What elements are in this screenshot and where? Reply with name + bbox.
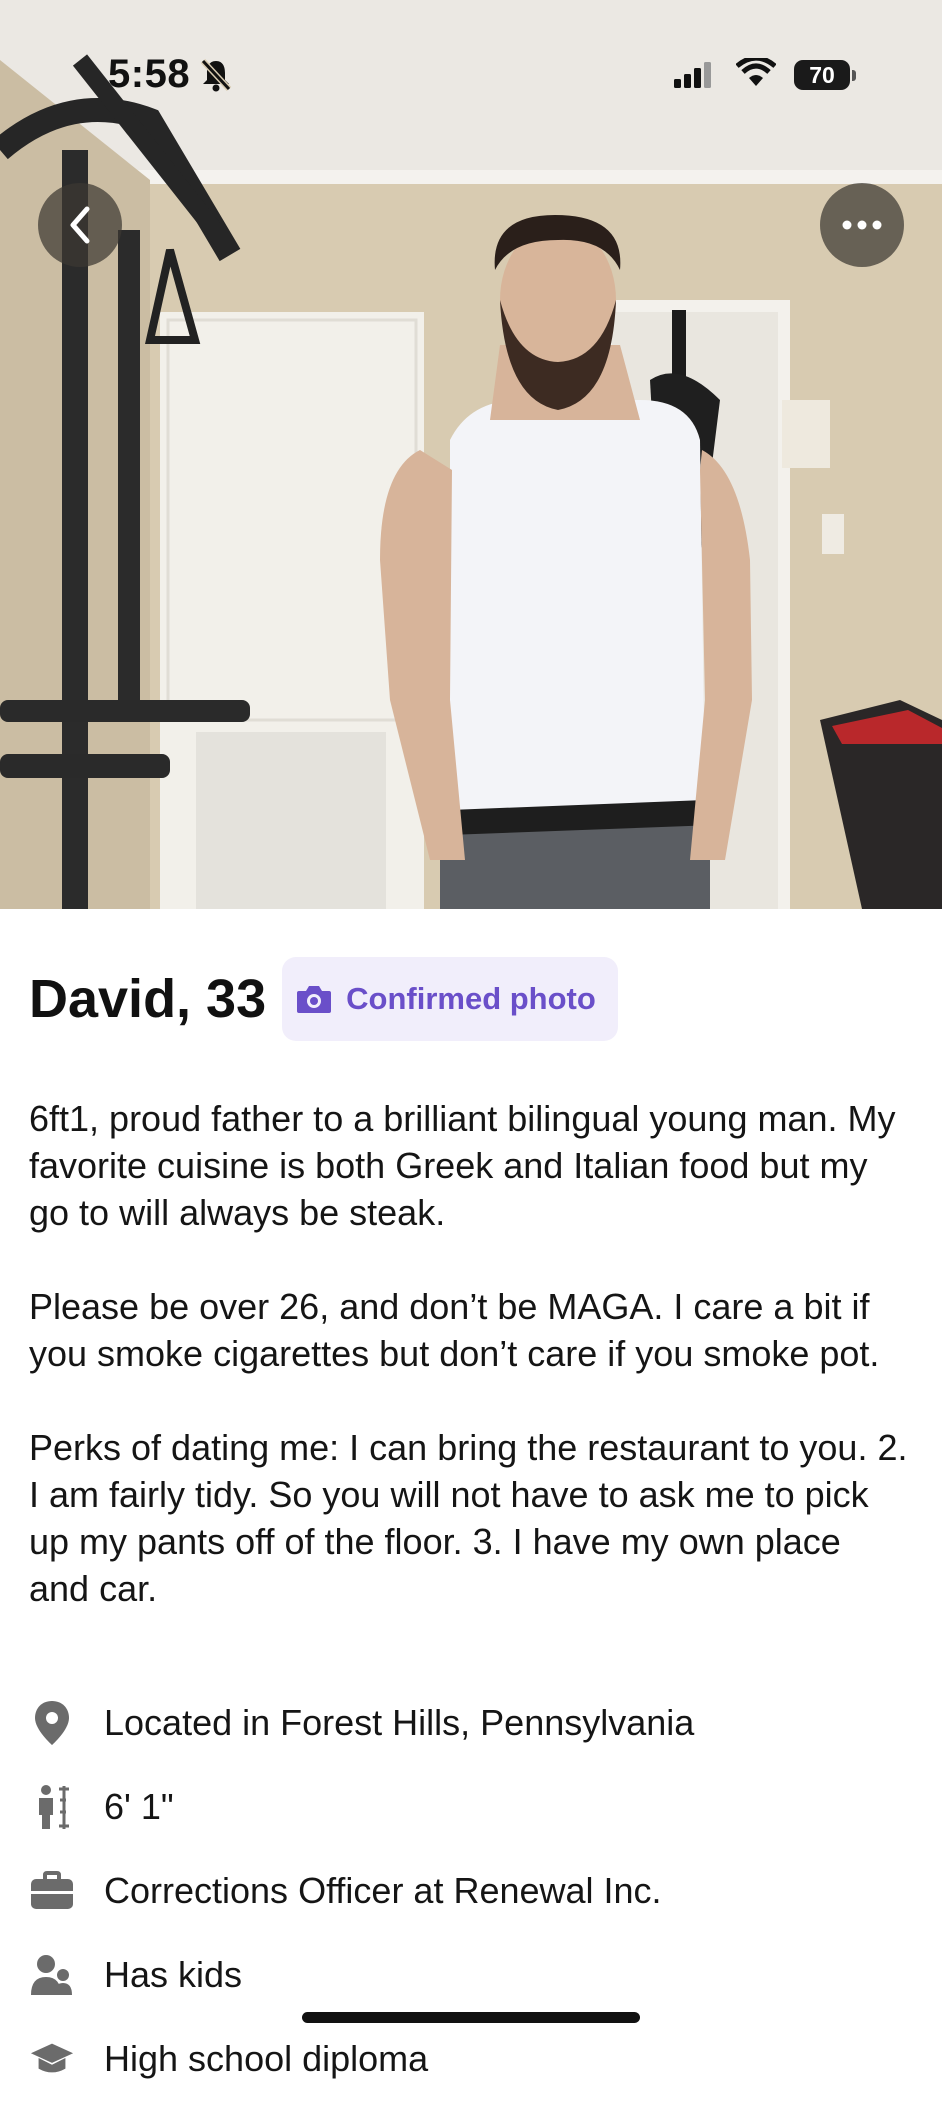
detail-text: High school diploma — [104, 2038, 429, 2079]
briefcase-icon — [29, 1868, 75, 1914]
profile-bio: 6ft1, proud father to a brilliant biling… — [29, 1095, 909, 1659]
back-button[interactable] — [38, 183, 122, 267]
profile-details-list: Located in Forest Hills, Pennsylvania 6'… — [29, 1681, 929, 2101]
camera-icon — [296, 984, 332, 1014]
people-icon — [29, 1952, 75, 1998]
bio-paragraph: Please be over 26, and don’t be MAGA. I … — [29, 1286, 880, 1374]
status-bar: 5:58 70 — [0, 0, 942, 150]
height-icon — [29, 1784, 75, 1830]
detail-text: Has kids — [104, 1954, 243, 1995]
more-options-button[interactable] — [820, 183, 904, 267]
battery-indicator: 70 — [794, 60, 856, 90]
badge-label: Confirmed photo — [346, 981, 596, 1016]
bio-paragraph: 6ft1, proud father to a brilliant biling… — [29, 1098, 896, 1233]
profile-photo[interactable]: 5:58 70 — [0, 0, 942, 909]
ellipsis-icon — [842, 220, 882, 230]
chevron-left-icon — [70, 206, 90, 244]
cellular-signal-icon — [674, 62, 714, 93]
detail-text: Corrections Officer at Renewal Inc. — [104, 1870, 662, 1911]
detail-location: Located in Forest Hills, Pennsylvania — [29, 1681, 929, 1765]
detail-kids: Has kids — [29, 1933, 929, 2017]
silent-bell-icon — [200, 58, 232, 97]
name-row: David, 33 Confirmed photo — [29, 957, 618, 1041]
detail-education: High school diploma — [29, 2017, 929, 2101]
wifi-icon — [735, 55, 777, 93]
detail-height: 6' 1" — [29, 1765, 929, 1849]
location-pin-icon — [29, 1700, 75, 1746]
bio-paragraph: Perks of dating me: I can bring the rest… — [29, 1427, 908, 1609]
detail-job: Corrections Officer at Renewal Inc. — [29, 1849, 929, 1933]
home-indicator[interactable] — [302, 2012, 640, 2023]
detail-text: 6' 1" — [104, 1786, 174, 1827]
detail-text: Located in Forest Hills, Pennsylvania — [104, 1702, 695, 1743]
graduation-cap-icon — [29, 2036, 75, 2082]
profile-name-age: David, 33 — [29, 969, 267, 1029]
status-time: 5:58 — [108, 52, 191, 96]
confirmed-photo-badge[interactable]: Confirmed photo — [282, 957, 618, 1041]
